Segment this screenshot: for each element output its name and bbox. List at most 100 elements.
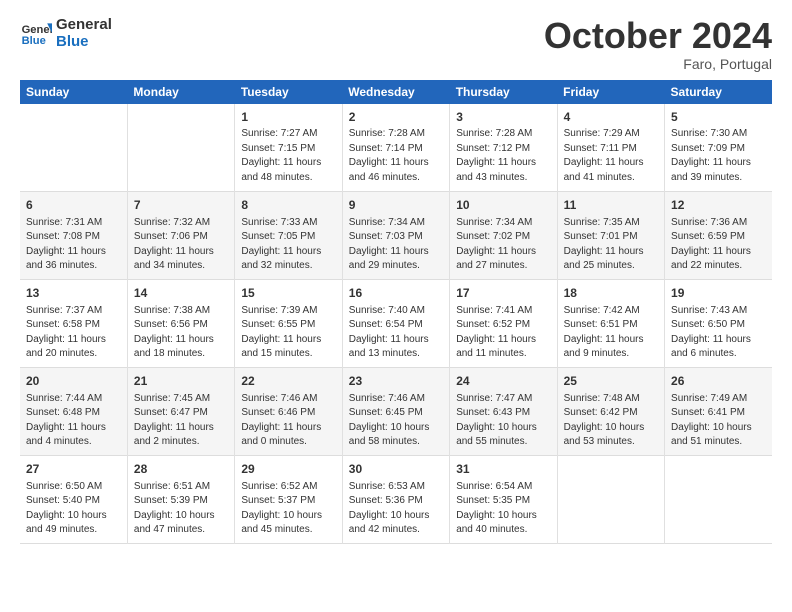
day-info: Sunrise: 7:34 AM Sunset: 7:02 PM Dayligh… [456,216,550,274]
day-number: 25 [564,373,658,390]
day-info: Sunrise: 7:47 AM Sunset: 6:43 PM Dayligh… [456,392,550,450]
day-cell: 16Sunrise: 7:40 AM Sunset: 6:54 PM Dayli… [342,280,449,368]
day-cell: 8 Sunrise: 7:33 AM Sunset: 7:05 PM Daylig… [235,192,342,280]
title-block: October 2024 Faro, Portugal [544,16,772,72]
svg-text:Blue: Blue [22,35,46,47]
day-cell: 21Sunrise: 7:45 AM Sunset: 6:47 PM Dayli… [127,368,234,456]
day-number: 2 [349,109,443,126]
day-cell: 17Sunrise: 7:41 AM Sunset: 6:52 PM Dayli… [450,280,557,368]
day-number: 5 [671,109,766,126]
day-info: Sunrise: 6:52 AM Sunset: 5:37 PM Dayligh… [241,480,335,538]
day-info: Sunrise: 7:34 AM Sunset: 7:03 PM Dayligh… [349,216,443,274]
day-cell: 22 Sunrise: 7:46 AM Sunset: 6:46 PM Dayli… [235,368,342,456]
day-info: Sunrise: 7:46 AM Sunset: 6:46 PM Dayligh… [241,392,335,450]
day-number: 10 [456,197,550,214]
day-cell: 29 Sunrise: 6:52 AM Sunset: 5:37 PM Dayli… [235,456,342,544]
day-cell: 10 Sunrise: 7:34 AM Sunset: 7:02 PM Dayli… [450,192,557,280]
day-number: 1 [241,109,335,126]
day-cell: 5Sunrise: 7:30 AM Sunset: 7:09 PM Daylig… [665,104,772,192]
col-header-monday: Monday [127,80,234,104]
day-info: Sunrise: 7:29 AM Sunset: 7:11 PM Dayligh… [564,127,658,185]
col-header-tuesday: Tuesday [235,80,342,104]
day-info: Sunrise: 7:49 AM Sunset: 6:41 PM Dayligh… [671,392,766,450]
day-cell: 6 Sunrise: 7:31 AM Sunset: 7:08 PM Daylig… [20,192,127,280]
day-number: 29 [241,461,335,478]
day-number: 18 [564,285,658,302]
day-cell: 31 Sunrise: 6:54 AM Sunset: 5:35 PM Dayli… [450,456,557,544]
day-info: Sunrise: 6:54 AM Sunset: 5:35 PM Dayligh… [456,480,550,538]
day-cell: 25 Sunrise: 7:48 AM Sunset: 6:42 PM Dayli… [557,368,664,456]
day-number: 15 [241,285,335,302]
day-number: 26 [671,373,766,390]
day-number: 9 [349,197,443,214]
day-number: 4 [564,109,658,126]
day-cell [665,456,772,544]
day-cell: 11 Sunrise: 7:35 AM Sunset: 7:01 PM Dayli… [557,192,664,280]
page-header: General Blue General Blue October 2024 F… [20,16,772,72]
day-number: 6 [26,197,121,214]
day-number: 14 [134,285,228,302]
week-row-2: 6 Sunrise: 7:31 AM Sunset: 7:08 PM Daylig… [20,192,772,280]
day-info: Sunrise: 7:38 AM Sunset: 6:56 PM Dayligh… [134,304,228,362]
day-cell: 2Sunrise: 7:28 AM Sunset: 7:14 PM Daylig… [342,104,449,192]
svg-text:General: General [22,24,52,36]
logo-blue-text: Blue [56,33,112,50]
day-info: Sunrise: 7:44 AM Sunset: 6:48 PM Dayligh… [26,392,121,450]
location-text: Faro, Portugal [544,56,772,72]
day-number: 8 [241,197,335,214]
day-cell [557,456,664,544]
day-number: 22 [241,373,335,390]
week-row-1: 1Sunrise: 7:27 AM Sunset: 7:15 PM Daylig… [20,104,772,192]
calendar-header-row: SundayMondayTuesdayWednesdayThursdayFrid… [20,80,772,104]
day-cell: 1Sunrise: 7:27 AM Sunset: 7:15 PM Daylig… [235,104,342,192]
day-number: 23 [349,373,443,390]
day-number: 27 [26,461,121,478]
logo-general-text: General [56,16,112,33]
day-cell: 18 Sunrise: 7:42 AM Sunset: 6:51 PM Dayli… [557,280,664,368]
day-number: 3 [456,109,550,126]
day-number: 31 [456,461,550,478]
day-number: 21 [134,373,228,390]
day-info: Sunrise: 7:31 AM Sunset: 7:08 PM Dayligh… [26,216,121,274]
day-cell: 28Sunrise: 6:51 AM Sunset: 5:39 PM Dayli… [127,456,234,544]
day-info: Sunrise: 7:42 AM Sunset: 6:51 PM Dayligh… [564,304,658,362]
day-info: Sunrise: 7:28 AM Sunset: 7:14 PM Dayligh… [349,127,443,185]
day-info: Sunrise: 7:36 AM Sunset: 6:59 PM Dayligh… [671,216,766,274]
day-number: 7 [134,197,228,214]
day-info: Sunrise: 7:46 AM Sunset: 6:45 PM Dayligh… [349,392,443,450]
logo-icon: General Blue [20,17,52,49]
day-info: Sunrise: 7:40 AM Sunset: 6:54 PM Dayligh… [349,304,443,362]
week-row-5: 27Sunrise: 6:50 AM Sunset: 5:40 PM Dayli… [20,456,772,544]
calendar-table: SundayMondayTuesdayWednesdayThursdayFrid… [20,80,772,545]
day-number: 11 [564,197,658,214]
day-cell: 19Sunrise: 7:43 AM Sunset: 6:50 PM Dayli… [665,280,772,368]
col-header-wednesday: Wednesday [342,80,449,104]
day-info: Sunrise: 7:41 AM Sunset: 6:52 PM Dayligh… [456,304,550,362]
day-number: 12 [671,197,766,214]
day-info: Sunrise: 7:33 AM Sunset: 7:05 PM Dayligh… [241,216,335,274]
day-info: Sunrise: 7:48 AM Sunset: 6:42 PM Dayligh… [564,392,658,450]
day-number: 30 [349,461,443,478]
day-number: 20 [26,373,121,390]
day-info: Sunrise: 7:39 AM Sunset: 6:55 PM Dayligh… [241,304,335,362]
day-cell [127,104,234,192]
week-row-3: 13Sunrise: 7:37 AM Sunset: 6:58 PM Dayli… [20,280,772,368]
day-cell: 3Sunrise: 7:28 AM Sunset: 7:12 PM Daylig… [450,104,557,192]
day-cell: 23 Sunrise: 7:46 AM Sunset: 6:45 PM Dayli… [342,368,449,456]
day-info: Sunrise: 7:37 AM Sunset: 6:58 PM Dayligh… [26,304,121,362]
day-cell: 20 Sunrise: 7:44 AM Sunset: 6:48 PM Dayli… [20,368,127,456]
col-header-friday: Friday [557,80,664,104]
day-info: Sunrise: 6:53 AM Sunset: 5:36 PM Dayligh… [349,480,443,538]
day-info: Sunrise: 7:27 AM Sunset: 7:15 PM Dayligh… [241,127,335,185]
month-title: October 2024 [544,16,772,56]
day-info: Sunrise: 7:35 AM Sunset: 7:01 PM Dayligh… [564,216,658,274]
day-cell: 9 Sunrise: 7:34 AM Sunset: 7:03 PM Daylig… [342,192,449,280]
day-cell: 24Sunrise: 7:47 AM Sunset: 6:43 PM Dayli… [450,368,557,456]
day-cell: 27Sunrise: 6:50 AM Sunset: 5:40 PM Dayli… [20,456,127,544]
col-header-sunday: Sunday [20,80,127,104]
col-header-saturday: Saturday [665,80,772,104]
day-info: Sunrise: 7:30 AM Sunset: 7:09 PM Dayligh… [671,127,766,185]
col-header-thursday: Thursday [450,80,557,104]
day-info: Sunrise: 6:51 AM Sunset: 5:39 PM Dayligh… [134,480,228,538]
day-cell: 4Sunrise: 7:29 AM Sunset: 7:11 PM Daylig… [557,104,664,192]
